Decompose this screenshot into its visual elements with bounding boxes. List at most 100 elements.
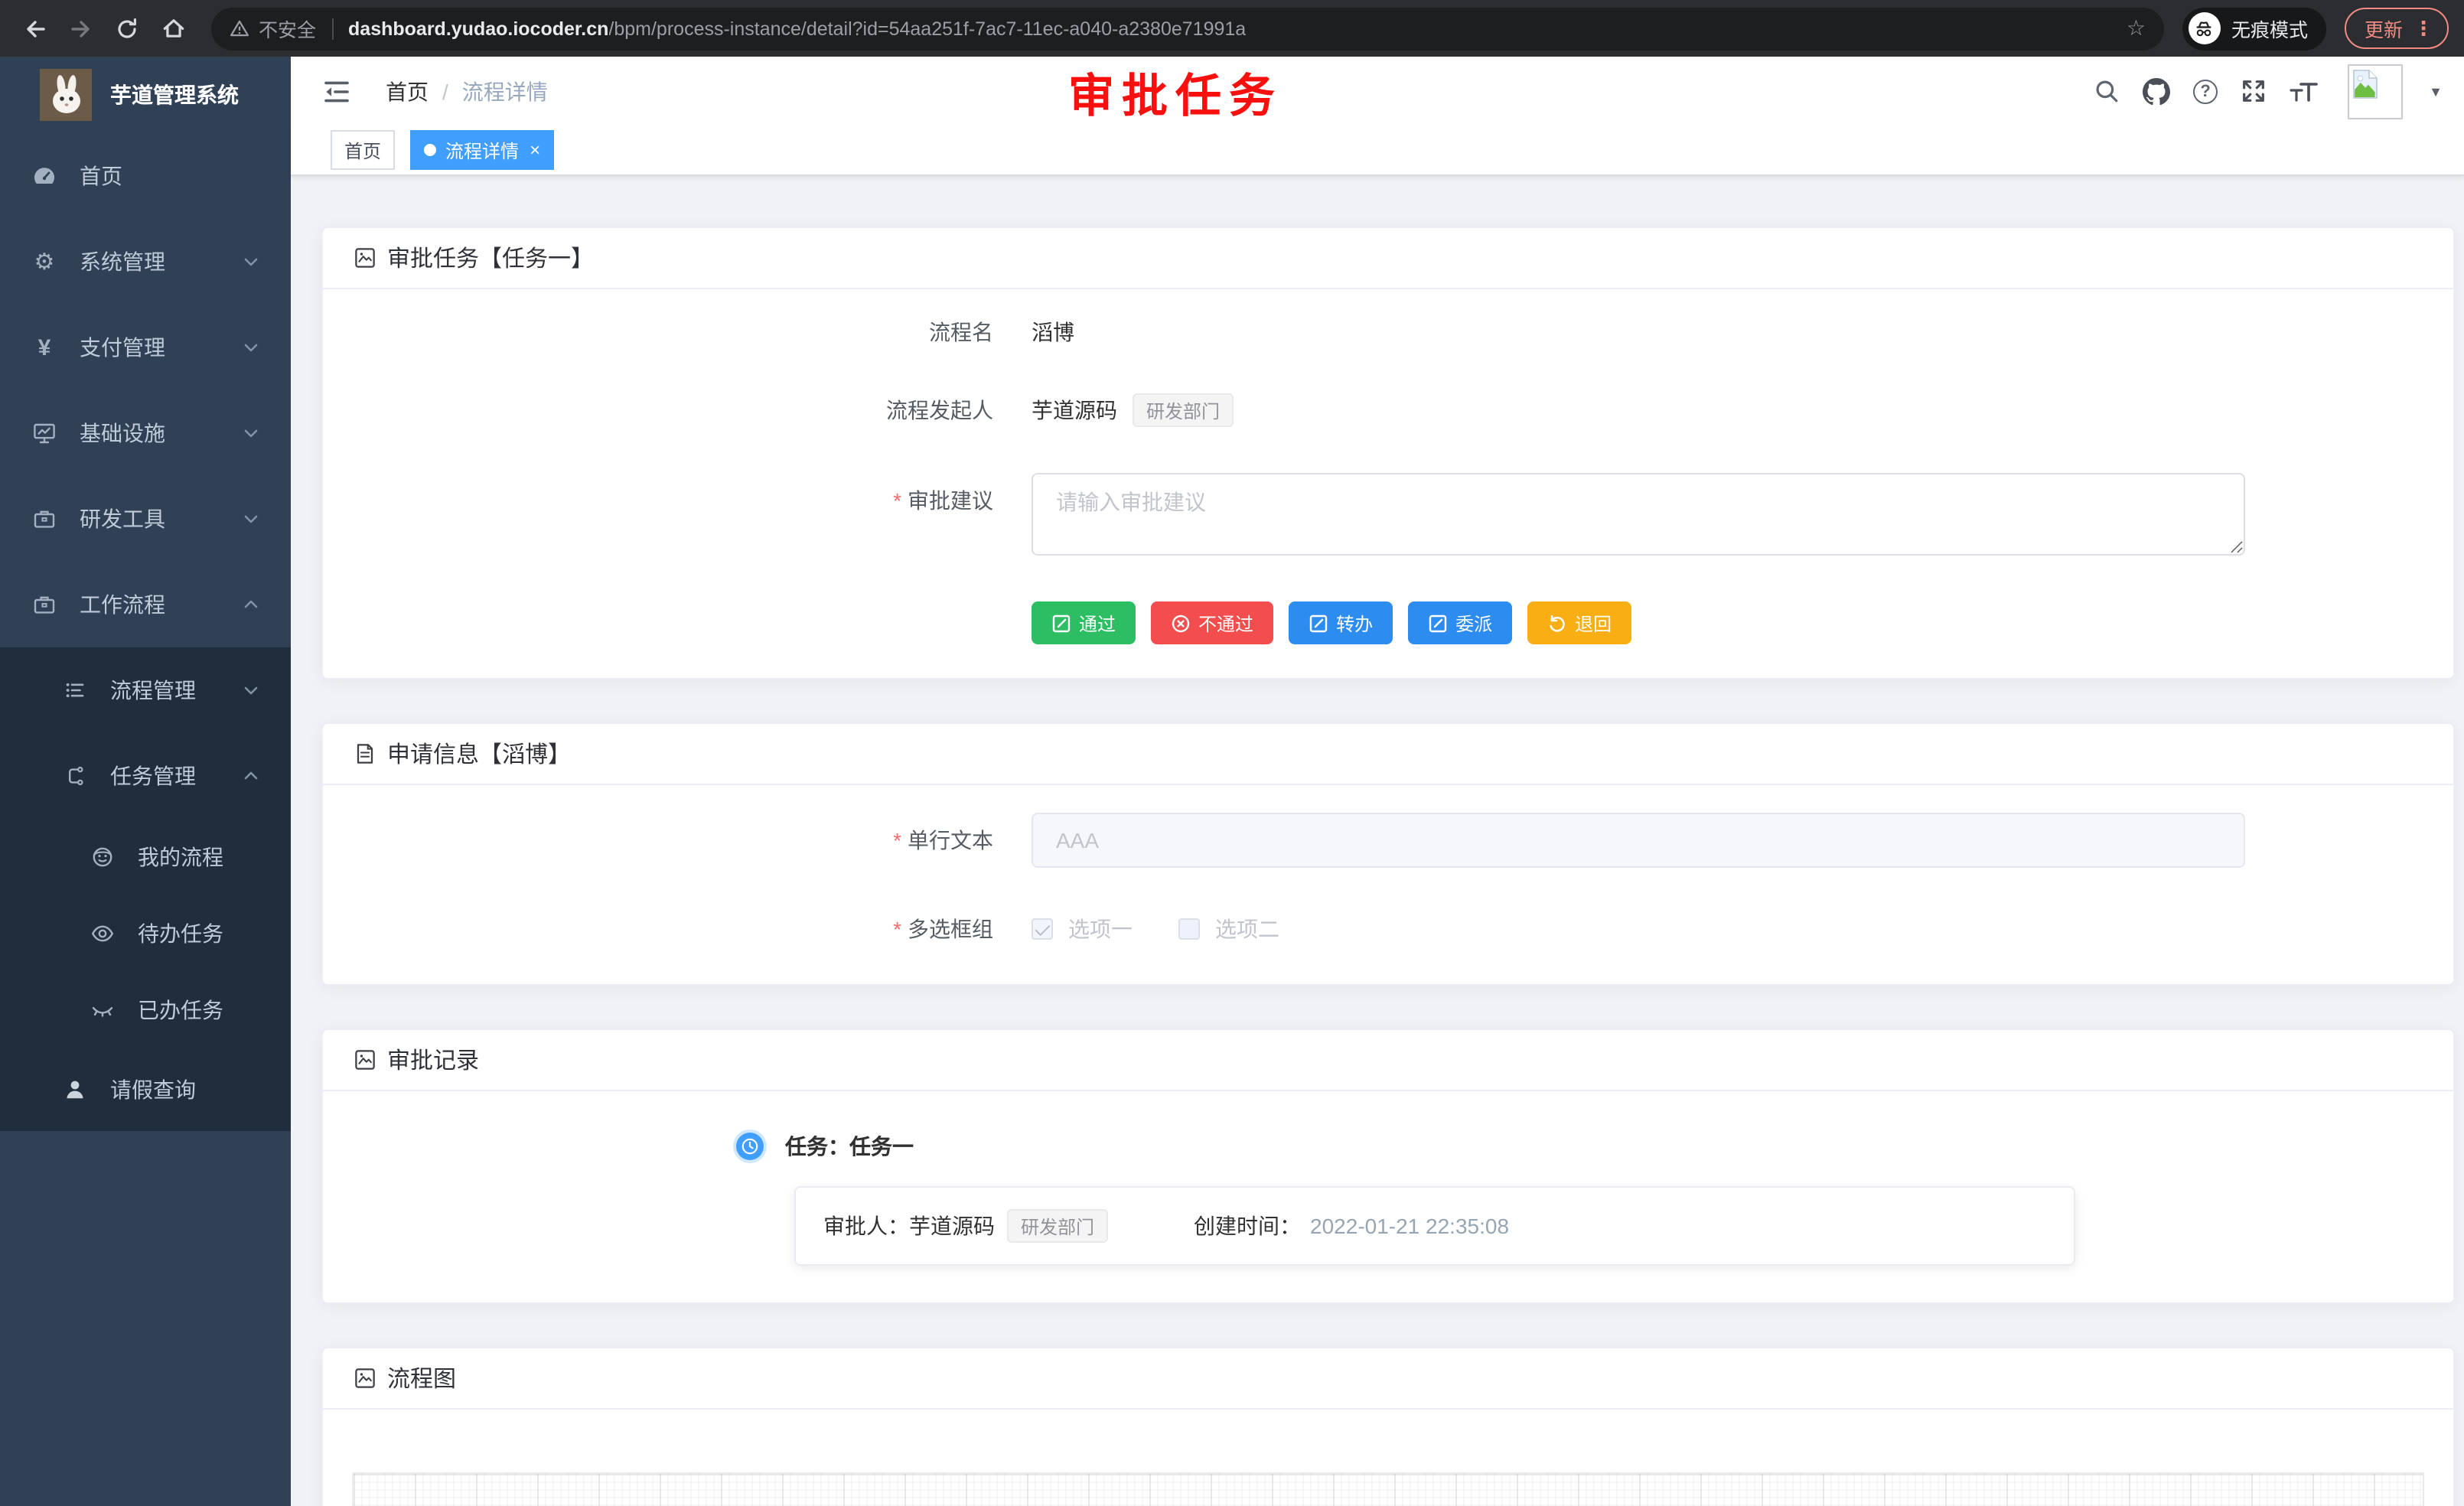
briefcase-icon	[31, 507, 58, 531]
sidebar-item-label: 我的流程	[138, 842, 223, 872]
incognito-label: 无痕模式	[2231, 14, 2308, 43]
search-icon[interactable]	[2094, 78, 2120, 104]
required-asterisk: *	[893, 917, 901, 941]
approve-actions: 通过 不通过 转办 委	[1032, 601, 2423, 650]
checkbox-label: 选项一	[1068, 914, 1133, 944]
checkbox-unchecked-icon	[1178, 918, 1200, 940]
app-title: 芋道管理系统	[110, 80, 239, 110]
sidebar-item-label: 已办任务	[138, 995, 223, 1025]
security-label: 不安全	[259, 14, 316, 43]
card-title: 审批记录	[387, 1044, 479, 1076]
app-logo[interactable]: 芋道管理系统	[0, 57, 291, 133]
forward-icon[interactable]	[61, 8, 101, 48]
process-name-row: 流程名 滔博	[354, 317, 2423, 347]
sidebar-item-todo-tasks[interactable]: 待办任务	[0, 895, 291, 972]
home-icon[interactable]	[153, 8, 193, 48]
dept-badge: 研发部门	[1007, 1209, 1108, 1243]
approve-button[interactable]: 通过	[1032, 601, 1136, 644]
workflow-submenu: 流程管理 任务管理 我的流程	[0, 647, 291, 1131]
help-icon[interactable]: ?	[2193, 79, 2218, 103]
document-icon	[354, 742, 376, 765]
undo-icon	[1547, 613, 1567, 633]
security-indicator[interactable]: 不安全	[230, 14, 316, 43]
url-host: dashboard.yudao.iocoder.cn	[348, 18, 608, 39]
card-body: *单行文本 *多选框组 选项一	[323, 785, 2453, 984]
update-label: 更新	[2365, 14, 2403, 43]
sidebar-item-leave-query[interactable]: 请假查询	[0, 1048, 291, 1131]
required-asterisk: *	[893, 488, 901, 513]
picture-icon	[354, 246, 376, 269]
created-time-label: 创建时间：	[1194, 1211, 1301, 1241]
sidebar-item-process-mgmt[interactable]: 流程管理	[0, 647, 291, 733]
advice-textarea[interactable]	[1032, 473, 2245, 556]
monitor-icon	[31, 421, 58, 445]
chevron-up-icon	[242, 767, 260, 785]
card-title: 审批任务【任务一】	[387, 242, 594, 274]
picture-icon	[354, 1048, 376, 1071]
tag-home[interactable]: 首页	[331, 130, 395, 170]
logo-image	[40, 69, 92, 121]
sidebar-collapse-icon[interactable]	[321, 76, 352, 106]
screen: 不安全 dashboard.yudao.iocoder.cn/bpm/proce…	[0, 0, 2464, 1506]
yen-icon: ¥	[31, 336, 58, 359]
url-bar[interactable]: 不安全 dashboard.yudao.iocoder.cn/bpm/proce…	[211, 7, 2164, 50]
bpmn-canvas[interactable]	[354, 1474, 2423, 1506]
approve-task-card: 审批任务【任务一】 流程名 滔博 流程发起人 芋道源码 研发部门	[321, 227, 2455, 680]
breadcrumb-current: 流程详情	[462, 76, 548, 106]
close-icon[interactable]: ×	[530, 139, 540, 161]
incognito-icon	[2189, 12, 2221, 44]
sidebar-item-label: 研发工具	[80, 504, 165, 534]
fullscreen-icon[interactable]	[2241, 78, 2267, 104]
sidebar-item-label: 工作流程	[80, 589, 165, 620]
bookmark-star-icon[interactable]: ☆	[2114, 15, 2146, 41]
divider	[331, 18, 333, 39]
avatar[interactable]	[2348, 64, 2403, 119]
github-icon[interactable]	[2143, 77, 2170, 105]
transfer-button[interactable]: 转办	[1289, 601, 1393, 644]
dashboard-icon	[31, 164, 58, 188]
warning-icon	[230, 18, 249, 38]
return-button[interactable]: 退回	[1527, 601, 1631, 644]
tag-process-detail[interactable]: 流程详情 ×	[410, 130, 554, 170]
sidebar-item-my-process[interactable]: 我的流程	[0, 819, 291, 895]
browser-menu-icon[interactable]: ⋮	[2413, 16, 2433, 41]
card-title: 申请信息【滔博】	[387, 738, 571, 770]
tags-view: 首页 流程详情 ×	[291, 126, 2464, 176]
delegate-button[interactable]: 委派	[1408, 601, 1512, 644]
browser-update-button[interactable]: 更新 ⋮	[2345, 8, 2449, 49]
card-header: 审批记录	[323, 1030, 2453, 1091]
sidebar-item-infra[interactable]: 基础设施	[0, 390, 291, 476]
back-icon[interactable]	[15, 8, 55, 48]
sidebar-item-payment[interactable]: ¥ 支付管理	[0, 305, 291, 390]
breadcrumb: 首页 / 流程详情	[386, 76, 548, 106]
sidebar-item-task-mgmt[interactable]: 任务管理	[0, 733, 291, 819]
sidebar-item-devtools[interactable]: 研发工具	[0, 476, 291, 562]
single-line-text-input	[1032, 813, 2245, 868]
approver-label: 审批人：	[823, 1211, 909, 1241]
reload-icon[interactable]	[107, 8, 147, 48]
initiator-row: 流程发起人 芋道源码 研发部门	[354, 393, 2423, 427]
breadcrumb-home[interactable]: 首页	[386, 76, 429, 106]
initiator-name: 芋道源码	[1032, 395, 1117, 425]
navbar: 首页 / 流程详情 审批任务 ?	[291, 57, 2464, 126]
timeline-item: 任务：任务一	[736, 1131, 2423, 1162]
chevron-down-icon	[242, 510, 260, 528]
edit-icon	[1309, 613, 1328, 633]
picture-icon	[354, 1367, 376, 1390]
avatar-caret-icon[interactable]: ▼	[2429, 83, 2443, 99]
advice-label: *审批建议	[354, 473, 1012, 516]
required-asterisk: *	[893, 828, 901, 852]
incognito-badge: 无痕模式	[2182, 7, 2326, 50]
active-dot	[424, 144, 436, 156]
font-size-icon[interactable]	[2290, 78, 2319, 104]
sidebar-item-home[interactable]: 首页	[0, 133, 291, 219]
sidebar-item-system[interactable]: ⚙ 系统管理	[0, 219, 291, 305]
reject-button[interactable]: 不通过	[1151, 601, 1273, 644]
sidebar-item-done-tasks[interactable]: 已办任务	[0, 972, 291, 1048]
navbar-actions: ? ▼	[2094, 64, 2464, 119]
flow-icon	[61, 764, 89, 788]
sidebar-item-label: 请假查询	[110, 1074, 196, 1105]
sidebar-item-workflow[interactable]: 工作流程	[0, 562, 291, 647]
sidebar-item-label: 支付管理	[80, 332, 165, 363]
card-body	[323, 1410, 2453, 1506]
